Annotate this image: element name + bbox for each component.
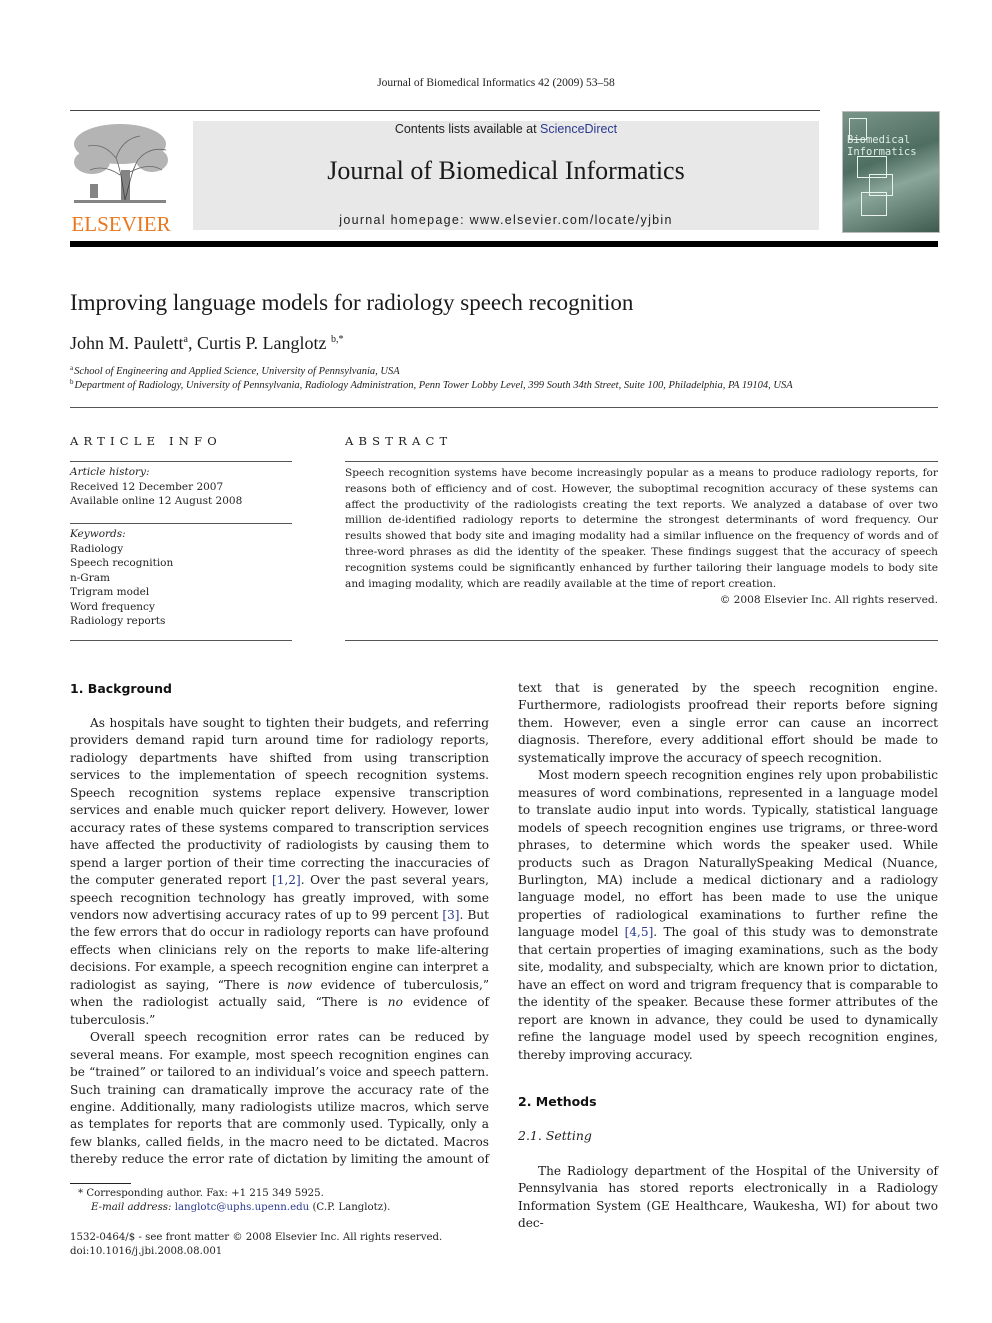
citation-link[interactable]: [4,5] bbox=[625, 925, 654, 939]
footnote-rule bbox=[70, 1183, 131, 1184]
paragraph: The Radiology department of the Hospital… bbox=[518, 1164, 938, 1231]
keyword: n-Gram bbox=[70, 571, 110, 584]
section-heading-background: 1. Background bbox=[70, 681, 172, 696]
keywords-label: Keywords: bbox=[70, 528, 126, 540]
keyword: Trigram model bbox=[70, 586, 150, 598]
elsevier-tree-icon bbox=[74, 124, 168, 203]
divider bbox=[70, 407, 938, 408]
top-rule bbox=[70, 110, 820, 111]
paragraph: As hospitals have sought to tighten thei… bbox=[70, 716, 490, 1027]
affiliation: bDepartment of Radiology, University of … bbox=[70, 378, 793, 391]
right-column: text that is generated by the speech rec… bbox=[518, 680, 938, 1064]
author-affil-mark: b,* bbox=[330, 334, 344, 345]
subsection-heading-setting: 2.1. Setting bbox=[518, 1128, 592, 1143]
email-note: E-mail address: langlotc@uphs.upenn.edu … bbox=[91, 1202, 391, 1213]
keyword: Radiology reports bbox=[70, 615, 166, 627]
keyword: Speech recognition bbox=[70, 557, 174, 569]
author-name[interactable]: John M. Paulett bbox=[70, 333, 184, 353]
elsevier-logo[interactable]: ELSEVIER bbox=[70, 120, 172, 236]
abstract-copyright: © 2008 Elsevier Inc. All rights reserved… bbox=[719, 594, 938, 606]
keyword: Radiology bbox=[70, 542, 124, 555]
author-name[interactable]: Curtis P. Langlotz bbox=[197, 333, 327, 353]
journal-homepage-link[interactable]: journal homepage: www.elsevier.com/locat… bbox=[193, 213, 819, 227]
article-info-heading: ARTICLE INFO bbox=[70, 434, 222, 448]
doi-link[interactable]: doi:10.1016/j.jbi.2008.08.001 bbox=[70, 1245, 222, 1259]
elsevier-wordmark: ELSEVIER bbox=[71, 212, 171, 236]
sciencedirect-link[interactable]: ScienceDirect bbox=[540, 122, 617, 136]
paragraph: Most modern speech recognition engines r… bbox=[518, 768, 938, 1062]
journal-title: Journal of Biomedical Informatics bbox=[327, 156, 685, 185]
author-list: John M. Pauletta, Curtis P. Langlotz b,* bbox=[70, 333, 344, 353]
right-column-methods: The Radiology department of the Hospital… bbox=[518, 1163, 938, 1233]
left-column: As hospitals have sought to tighten thei… bbox=[70, 715, 489, 1169]
paragraph: Overall speech recognition error rates c… bbox=[70, 1030, 489, 1167]
contents-prefix: Contents lists available at bbox=[394, 122, 541, 136]
keyword: Word frequency bbox=[70, 600, 155, 613]
article-history: Article history: Received 12 December 20… bbox=[70, 465, 292, 509]
running-head: Journal of Biomedical Informatics 42 (20… bbox=[377, 77, 615, 89]
paragraph: text that is generated by the speech rec… bbox=[518, 681, 938, 765]
available-date: Available online 12 August 2008 bbox=[70, 495, 243, 507]
citation-link[interactable]: [3] bbox=[442, 908, 459, 922]
email-link[interactable]: langlotc@uphs.upenn.edu bbox=[175, 1202, 310, 1213]
issn-line: 1532-0464/$ - see front matter © 2008 El… bbox=[70, 1232, 443, 1243]
received-date: Received 12 December 2007 bbox=[70, 480, 224, 493]
affiliation: aSchool of Engineering and Applied Scien… bbox=[70, 364, 400, 377]
journal-banner: Contents lists available at ScienceDirec… bbox=[193, 121, 819, 230]
citation-link[interactable]: [1,2] bbox=[272, 873, 301, 887]
cover-decoration bbox=[861, 192, 887, 216]
divider bbox=[70, 523, 292, 524]
masthead-rule bbox=[70, 241, 938, 247]
journal-cover-image[interactable]: Biomedical Informatics bbox=[842, 111, 940, 233]
divider bbox=[345, 640, 938, 641]
divider bbox=[345, 461, 938, 462]
abstract-heading: ABSTRACT bbox=[345, 434, 453, 448]
history-label: Article history: bbox=[70, 466, 150, 478]
abstract-body: Speech recognition systems have become i… bbox=[345, 467, 938, 590]
section-heading-methods: 2. Methods bbox=[518, 1094, 597, 1109]
divider bbox=[70, 640, 292, 641]
article-title: Improving language models for radiology … bbox=[70, 290, 634, 315]
contents-line: Contents lists available at ScienceDirec… bbox=[193, 122, 819, 136]
cover-title: Biomedical Informatics bbox=[847, 134, 917, 158]
divider bbox=[70, 461, 292, 462]
keywords: Keywords: Radiology Speech recognition n… bbox=[70, 527, 292, 629]
corresponding-author-note: * Corresponding author. Fax: +1 215 349 … bbox=[78, 1188, 324, 1199]
